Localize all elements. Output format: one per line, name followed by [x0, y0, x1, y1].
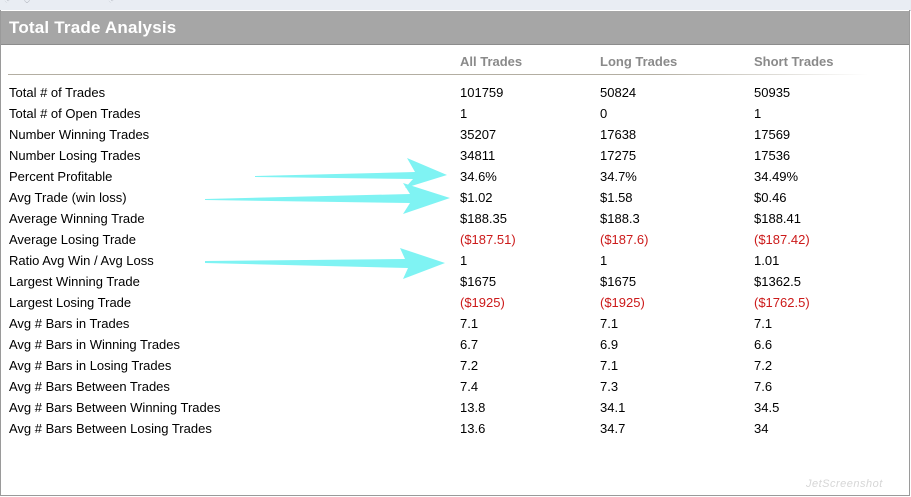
- cell-all-trades: 1: [460, 106, 468, 121]
- row-label: Avg Trade (win loss): [9, 190, 127, 205]
- cell-all-trades: 13.6: [460, 421, 486, 436]
- cell-long-trades: 7.3: [600, 379, 619, 394]
- row-label: Total # of Trades: [9, 85, 106, 100]
- panel-title: Total Trade Analysis: [9, 18, 177, 37]
- cell-short-trades: 7.1: [754, 316, 773, 331]
- cell-short-trades: 34.49%: [754, 169, 799, 184]
- cell-short-trades: 6.6: [754, 337, 773, 352]
- title-bar: Total Trade Analysis: [1, 11, 909, 45]
- table-row: Avg # Bars Between Winning Trades 13.8 34.…: [0, 400, 900, 421]
- toolbar-icon[interactable]: ◔: [108, 0, 114, 6]
- cell-all-trades: 6.7: [460, 337, 479, 352]
- row-label: Total # of Open Trades: [9, 106, 141, 121]
- column-header-short-trades: Short Trades: [754, 54, 834, 69]
- row-label: Average Losing Trade: [9, 232, 136, 247]
- cell-all-trades: 13.8: [460, 400, 486, 415]
- cell-long-trades: 34.7: [600, 421, 626, 436]
- toolbar-icon[interactable]: ◔: [4, 0, 10, 6]
- table-row: Largest Winning Trade $1675 $1675 $1362.5: [0, 274, 900, 295]
- table-row: Total # of Open Trades 1 0 1: [0, 106, 900, 127]
- toolbar-icon[interactable]: ◌: [24, 0, 30, 6]
- table-row: Number Losing Trades 34811 17275 17536: [0, 148, 900, 169]
- cell-short-trades: 17569: [754, 127, 791, 142]
- table-row: Avg # Bars Between Trades 7.4 7.3 7.6: [0, 379, 900, 400]
- cell-short-trades: $0.46: [754, 190, 787, 205]
- cell-short-trades: 7.6: [754, 379, 773, 394]
- cell-short-trades: 1: [754, 106, 762, 121]
- cell-long-trades: ($1925): [600, 295, 645, 310]
- annotation-arrow-avg-trade: [205, 183, 450, 214]
- table-row: Avg # Bars in Losing Trades 7.2 7.1 7.2: [0, 358, 900, 379]
- column-header-long-trades: Long Trades: [600, 54, 678, 69]
- cell-all-trades: $188.35: [460, 211, 507, 226]
- cell-all-trades: 34811: [460, 148, 496, 163]
- cell-long-trades: 34.1: [600, 400, 626, 415]
- cell-short-trades: 1.01: [754, 253, 780, 268]
- watermark: JetScreenshot: [806, 478, 883, 490]
- header-divider: [8, 74, 868, 75]
- row-label: Percent Profitable: [9, 169, 113, 184]
- table-row: Average Losing Trade ($187.51) ($187.6) ($1…: [0, 232, 900, 253]
- cell-long-trades: $188.3: [600, 211, 640, 226]
- cell-long-trades: 17275: [600, 148, 637, 163]
- cell-long-trades: 6.9: [600, 337, 619, 352]
- cell-all-trades: $1675: [460, 274, 497, 289]
- row-label: Avg # Bars Between Trades: [9, 379, 170, 394]
- row-label: Number Winning Trades: [9, 127, 150, 142]
- cell-short-trades: $1362.5: [754, 274, 801, 289]
- cell-short-trades: 7.2: [754, 358, 773, 373]
- cell-short-trades: $188.41: [754, 211, 801, 226]
- cell-long-trades: 0: [600, 106, 608, 121]
- row-label: Avg # Bars in Winning Trades: [9, 337, 181, 352]
- row-label: Largest Winning Trade: [9, 274, 140, 289]
- cell-all-trades: 7.2: [460, 358, 479, 373]
- cell-all-trades: ($1925): [460, 295, 505, 310]
- table-row: Avg # Bars Between Losing Trades 13.6 34.7…: [0, 421, 900, 442]
- row-label: Avg # Bars in Losing Trades: [9, 358, 172, 373]
- table-row: Ratio Avg Win / Avg Loss 1 1 1.01: [0, 253, 900, 274]
- cell-all-trades: 101759: [460, 85, 504, 100]
- annotation-arrow-ratio: [205, 248, 445, 279]
- cell-all-trades: ($187.51): [460, 232, 516, 247]
- cell-long-trades: 7.1: [600, 316, 619, 331]
- cell-all-trades: 35207: [460, 127, 497, 142]
- cell-all-trades: 1: [460, 253, 468, 268]
- row-label: Avg # Bars Between Losing Trades: [9, 421, 212, 436]
- cell-long-trades: 34.7%: [600, 169, 637, 184]
- cell-all-trades: 34.6%: [460, 169, 497, 184]
- cell-all-trades: 7.4: [460, 379, 479, 394]
- cell-short-trades: 34.5: [754, 400, 780, 415]
- table-row: Number Winning Trades 35207 17638 17569: [0, 127, 900, 148]
- row-label: Largest Losing Trade: [9, 295, 132, 310]
- table-row: Total # of Trades 101759 50824 50935: [0, 85, 900, 106]
- cell-short-trades: 34: [754, 421, 769, 436]
- cell-long-trades: $1675: [600, 274, 637, 289]
- table-row: Avg # Bars in Trades 7.1 7.1 7.1: [0, 316, 900, 337]
- table-row: Avg # Bars in Winning Trades 6.7 6.9 6.6: [0, 337, 900, 358]
- cell-short-trades: ($187.42): [754, 232, 810, 247]
- cell-long-trades: 17638: [600, 127, 637, 142]
- row-label: Ratio Avg Win / Avg Loss: [9, 253, 154, 268]
- cell-long-trades: $1.58: [600, 190, 633, 205]
- table-row: Largest Losing Trade ($1925) ($1925) ($1762…: [0, 295, 900, 316]
- cell-long-trades: 7.1: [600, 358, 619, 373]
- cell-short-trades: 50935: [754, 85, 791, 100]
- cell-short-trades: 17536: [754, 148, 791, 163]
- cell-short-trades: ($1762.5): [754, 295, 810, 310]
- column-header-all-trades: All Trades: [460, 54, 523, 69]
- cell-all-trades: $1.02: [460, 190, 493, 205]
- cell-long-trades: 1: [600, 253, 608, 268]
- row-label: Average Winning Trade: [9, 211, 145, 226]
- row-label: Avg # Bars Between Winning Trades: [9, 400, 221, 415]
- row-label: Number Losing Trades: [9, 148, 141, 163]
- cell-long-trades: ($187.6): [600, 232, 649, 247]
- row-label: Avg # Bars in Trades: [9, 316, 130, 331]
- cell-long-trades: 50824: [600, 85, 637, 100]
- cell-all-trades: 7.1: [460, 316, 479, 331]
